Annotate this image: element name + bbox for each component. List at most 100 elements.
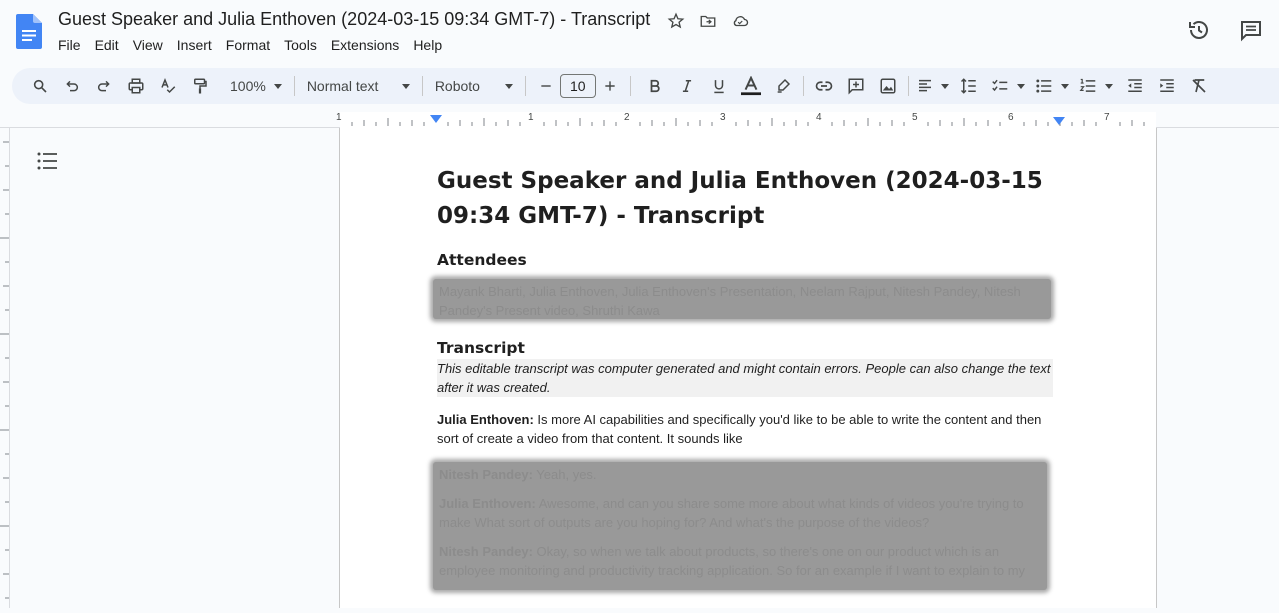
attendees-heading: Attendees — [437, 251, 527, 269]
transcript-entry: Nitesh Pandey: Yeah, yes. — [433, 462, 1047, 487]
decrease-font-size-icon[interactable] — [532, 72, 560, 100]
redacted-transcript: Nitesh Pandey: Yeah, yes. Julia Enthoven… — [433, 462, 1047, 590]
decrease-indent-icon[interactable] — [1121, 72, 1149, 100]
font-size-input[interactable]: 10 — [559, 74, 596, 98]
formatting-toolbar: 100% Normal text Roboto 10 — [12, 68, 1279, 104]
ruler-label: 5 — [912, 112, 918, 123]
menu-insert[interactable]: Insert — [177, 37, 219, 53]
paragraph-style-dropdown[interactable]: Normal text — [301, 72, 416, 100]
toolbar-divider — [421, 76, 423, 96]
toolbar-divider — [907, 76, 909, 96]
paint-format-icon[interactable] — [186, 72, 214, 100]
chevron-down-icon — [401, 83, 410, 89]
transcript-entry: Julia Enthoven: Is more AI capabilities … — [437, 410, 1053, 448]
ruler-label: 6 — [1008, 112, 1014, 123]
attendees-block: Mayank Bharti, Julia Enthoven, Julia Ent… — [433, 269, 1053, 339]
horizontal-ruler[interactable]: 1 1 2 3 4 5 6 7 — [0, 112, 1279, 128]
numbered-list-icon — [1079, 78, 1096, 92]
right-indent-marker-icon[interactable] — [1052, 116, 1066, 128]
menu-view[interactable]: View — [133, 37, 170, 53]
title-bar: Guest Speaker and Julia Enthoven (2024-0… — [0, 0, 1279, 64]
transcript-heading: Transcript — [437, 339, 525, 357]
menu-bar: File Edit View Insert Format Tools Exten… — [58, 37, 456, 53]
document-outline-icon[interactable] — [37, 152, 57, 170]
ruler-label: 3 — [720, 112, 726, 123]
ruler-label: 2 — [624, 112, 630, 123]
ruler-label: 7 — [1104, 112, 1110, 123]
docs-logo-icon[interactable] — [16, 14, 42, 49]
underline-icon[interactable] — [705, 72, 733, 100]
menu-file[interactable]: File — [58, 37, 88, 53]
transcript-entry: Julia Enthoven: Awesome, and can you sha… — [433, 491, 1047, 535]
insert-comment-icon[interactable] — [842, 72, 870, 100]
zoom-dropdown[interactable]: 100% — [224, 72, 288, 100]
numbered-list-dropdown[interactable] — [1077, 72, 1115, 100]
document-title[interactable]: Guest Speaker and Julia Enthoven (2024-0… — [58, 9, 650, 30]
increase-font-size-icon[interactable] — [596, 72, 624, 100]
checklist-dropdown[interactable] — [989, 72, 1027, 100]
chevron-down-icon — [504, 83, 513, 89]
document-page[interactable]: Guest Speaker and Julia Enthoven (2024-0… — [339, 128, 1157, 608]
bulleted-list-icon — [1036, 79, 1052, 93]
menu-tools[interactable]: Tools — [284, 37, 324, 53]
menu-edit[interactable]: Edit — [95, 37, 126, 53]
speaker-name: Nitesh Pandey: — [439, 467, 533, 482]
toolbar-divider — [629, 76, 631, 96]
ruler-label: 4 — [816, 112, 822, 123]
ruler-label: 1 — [528, 112, 534, 123]
ruler-label: 1 — [336, 112, 342, 123]
vertical-ruler-ticks — [0, 141, 9, 599]
insert-image-icon[interactable] — [874, 72, 902, 100]
checklist-icon — [992, 79, 1008, 92]
speaker-text: Yeah, yes. — [532, 467, 597, 482]
cloud-status-icon[interactable] — [730, 11, 750, 31]
increase-indent-icon[interactable] — [1153, 72, 1181, 100]
highlight-color-icon[interactable] — [769, 72, 797, 100]
chevron-down-icon — [1060, 83, 1069, 89]
toolbar-divider — [802, 76, 804, 96]
undo-icon[interactable] — [58, 72, 86, 100]
paragraph-style-value: Normal text — [306, 78, 379, 94]
menu-help[interactable]: Help — [413, 37, 449, 53]
ruler-page-area — [340, 112, 1156, 128]
chevron-down-icon — [940, 83, 949, 89]
font-dropdown[interactable]: Roboto — [429, 72, 519, 100]
font-value: Roboto — [434, 78, 480, 94]
toolbar-divider — [293, 76, 295, 96]
print-icon[interactable] — [122, 72, 150, 100]
version-history-icon[interactable] — [1187, 18, 1211, 42]
clear-formatting-icon[interactable] — [1185, 72, 1213, 100]
ruler-ticks — [351, 118, 1145, 126]
speaker-name: Nitesh Pandey: — [439, 544, 533, 559]
left-indent-marker-icon[interactable] — [429, 114, 443, 126]
vertical-ruler[interactable] — [0, 128, 10, 608]
text-color-icon[interactable] — [737, 72, 765, 100]
align-left-icon — [918, 79, 931, 92]
spellcheck-icon[interactable] — [154, 72, 182, 100]
document-heading: Guest Speaker and Julia Enthoven (2024-0… — [437, 168, 1043, 229]
insert-link-icon[interactable] — [810, 72, 838, 100]
italic-icon[interactable] — [673, 72, 701, 100]
redacted-block: Nitesh Pandey: Yeah, yes. Julia Enthoven… — [433, 448, 1053, 590]
zoom-value: 100% — [230, 78, 266, 94]
bulleted-list-dropdown[interactable] — [1033, 72, 1071, 100]
transcript-disclaimer: This editable transcript was computer ge… — [437, 359, 1053, 397]
align-dropdown[interactable] — [915, 72, 951, 100]
transcript-entry: Nitesh Pandey: Okay, so when we talk abo… — [433, 539, 1047, 583]
move-folder-icon[interactable] — [698, 11, 718, 31]
bold-icon[interactable] — [641, 72, 669, 100]
document-body[interactable]: Guest Speaker and Julia Enthoven (2024-0… — [433, 164, 1053, 590]
search-menus-icon[interactable] — [26, 72, 54, 100]
menu-format[interactable]: Format — [226, 37, 277, 53]
line-spacing-icon[interactable] — [955, 72, 983, 100]
comments-icon[interactable] — [1239, 18, 1263, 42]
menu-extensions[interactable]: Extensions — [331, 37, 406, 53]
chevron-down-icon — [273, 83, 282, 89]
chevron-down-icon — [1104, 83, 1113, 89]
speaker-name: Julia Enthoven: — [437, 412, 534, 427]
star-icon[interactable] — [666, 11, 686, 31]
attendees-text: Mayank Bharti, Julia Enthoven, Julia Ent… — [439, 284, 1021, 318]
speaker-name: Julia Enthoven: — [439, 496, 536, 511]
toolbar-divider — [524, 76, 526, 96]
redo-icon[interactable] — [90, 72, 118, 100]
